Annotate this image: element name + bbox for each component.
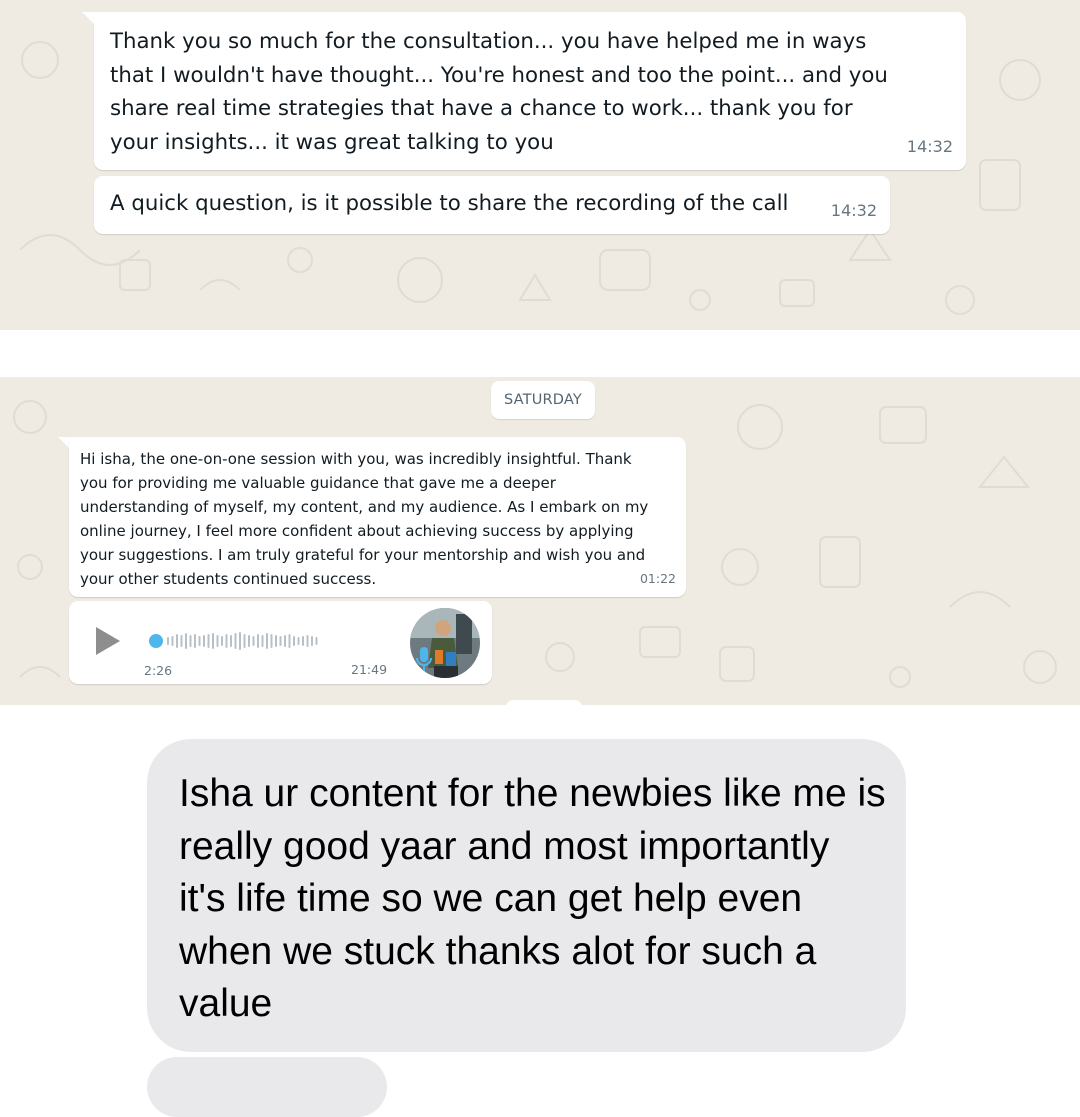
play-icon[interactable] [96,627,120,655]
mic-icon [416,647,432,671]
day-divider: SATURDAY [491,381,595,419]
voice-waveform[interactable] [149,630,369,652]
incoming-message[interactable]: Hi isha, the one-on-one session with you… [69,437,686,597]
incoming-message[interactable]: Thank you so much for the consultation..… [94,12,966,170]
imessage-bubble[interactable]: Isha ur content for the newbies like me … [147,739,906,1052]
imessage-bubble-partial [147,1057,387,1117]
incoming-message[interactable]: A quick question, is it possible to shar… [94,176,890,234]
playback-position-dot [149,634,163,648]
message-text: A quick question, is it possible to shar… [110,191,789,216]
message-time: 14:32 [830,201,877,220]
message-text: Isha ur content for the newbies like me … [179,772,886,1025]
message-text: Hi isha, the one-on-one session with you… [80,450,649,588]
message-time: 21:49 [351,662,388,677]
message-time: 01:22 [639,571,676,586]
message-time: 14:32 [906,136,953,156]
bubble-tail [58,437,69,448]
message-text: Thank you so much for the consultation..… [110,29,888,155]
voice-duration: 2:26 [144,663,173,678]
voice-message[interactable]: 2:26 21:49 [69,601,492,684]
scroll-indicator [506,700,582,714]
